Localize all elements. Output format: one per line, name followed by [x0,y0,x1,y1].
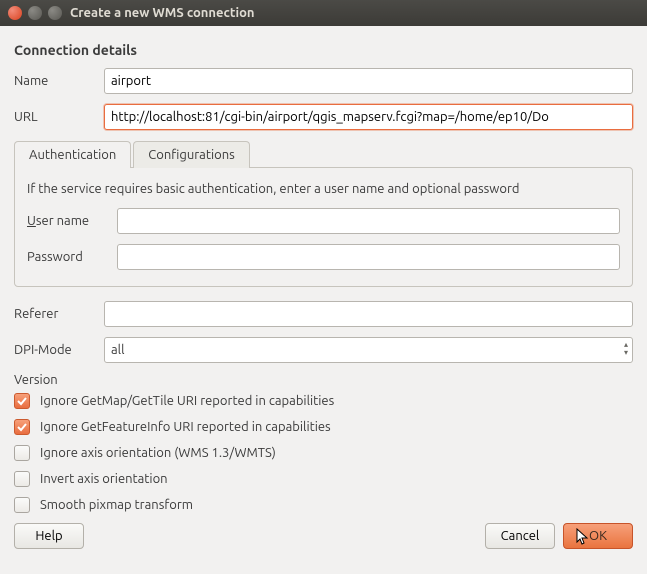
dpi-mode-value: all [111,343,125,357]
row-referer: Referer [14,301,633,327]
referer-input[interactable] [104,301,633,327]
url-input[interactable] [104,104,633,130]
cursor-icon [576,528,590,546]
tab-panel: If the service requires basic authentica… [14,167,633,287]
check-smooth[interactable]: Smooth pixmap transform [14,497,633,513]
close-icon[interactable] [8,6,22,20]
checkbox-icon[interactable] [14,497,30,513]
auth-tabs: Authentication Configurations If the ser… [14,140,633,287]
window-title: Create a new WMS connection [70,6,255,20]
dpi-mode-select[interactable]: all ▴▾ [104,337,633,363]
row-username: User name [27,208,620,234]
check-label: Ignore GetFeatureInfo URI reported in ca… [40,420,331,434]
spinner-icon: ▴▾ [624,341,628,357]
password-input[interactable] [117,244,620,270]
ok-label: OK [589,529,607,543]
check-ignore-getmap[interactable]: Ignore GetMap/GetTile URI reported in ca… [14,393,633,409]
checkbox-icon[interactable] [14,471,30,487]
tab-authentication[interactable]: Authentication [14,141,131,168]
row-password: Password [27,244,620,270]
checkbox-icon[interactable] [14,393,30,409]
window-buttons [8,6,62,20]
row-name: Name [14,68,633,94]
label-version: Version [14,373,633,387]
label-username: User name [27,214,117,228]
row-url: URL [14,104,633,130]
check-label: Ignore axis orientation (WMS 1.3/WMTS) [40,446,276,460]
tab-configurations[interactable]: Configurations [133,141,250,168]
cancel-button[interactable]: Cancel [485,523,555,549]
ok-button[interactable]: OK [563,523,633,549]
checkbox-icon[interactable] [14,445,30,461]
dialog-body: Connection details Name URL Authenticati… [0,26,647,559]
titlebar: Create a new WMS connection [0,0,647,26]
check-invert-axis[interactable]: Invert axis orientation [14,471,633,487]
name-input[interactable] [104,68,633,94]
dialog-footer: Help Cancel OK [14,523,633,549]
minimize-icon[interactable] [28,6,42,20]
label-dpi: DPI-Mode [14,343,104,357]
check-ignore-axis[interactable]: Ignore axis orientation (WMS 1.3/WMTS) [14,445,633,461]
maximize-icon[interactable] [48,6,62,20]
label-name: Name [14,74,104,88]
check-label: Ignore GetMap/GetTile URI reported in ca… [40,394,334,408]
check-label: Invert axis orientation [40,472,168,486]
help-button[interactable]: Help [14,523,84,549]
checkbox-icon[interactable] [14,419,30,435]
label-referer: Referer [14,307,104,321]
check-ignore-gfi[interactable]: Ignore GetFeatureInfo URI reported in ca… [14,419,633,435]
username-input[interactable] [117,208,620,234]
row-dpi: DPI-Mode all ▴▾ [14,337,633,363]
auth-hint: If the service requires basic authentica… [27,180,620,198]
section-title: Connection details [14,42,633,58]
label-url: URL [14,110,104,124]
check-label: Smooth pixmap transform [40,498,193,512]
label-password: Password [27,250,117,264]
